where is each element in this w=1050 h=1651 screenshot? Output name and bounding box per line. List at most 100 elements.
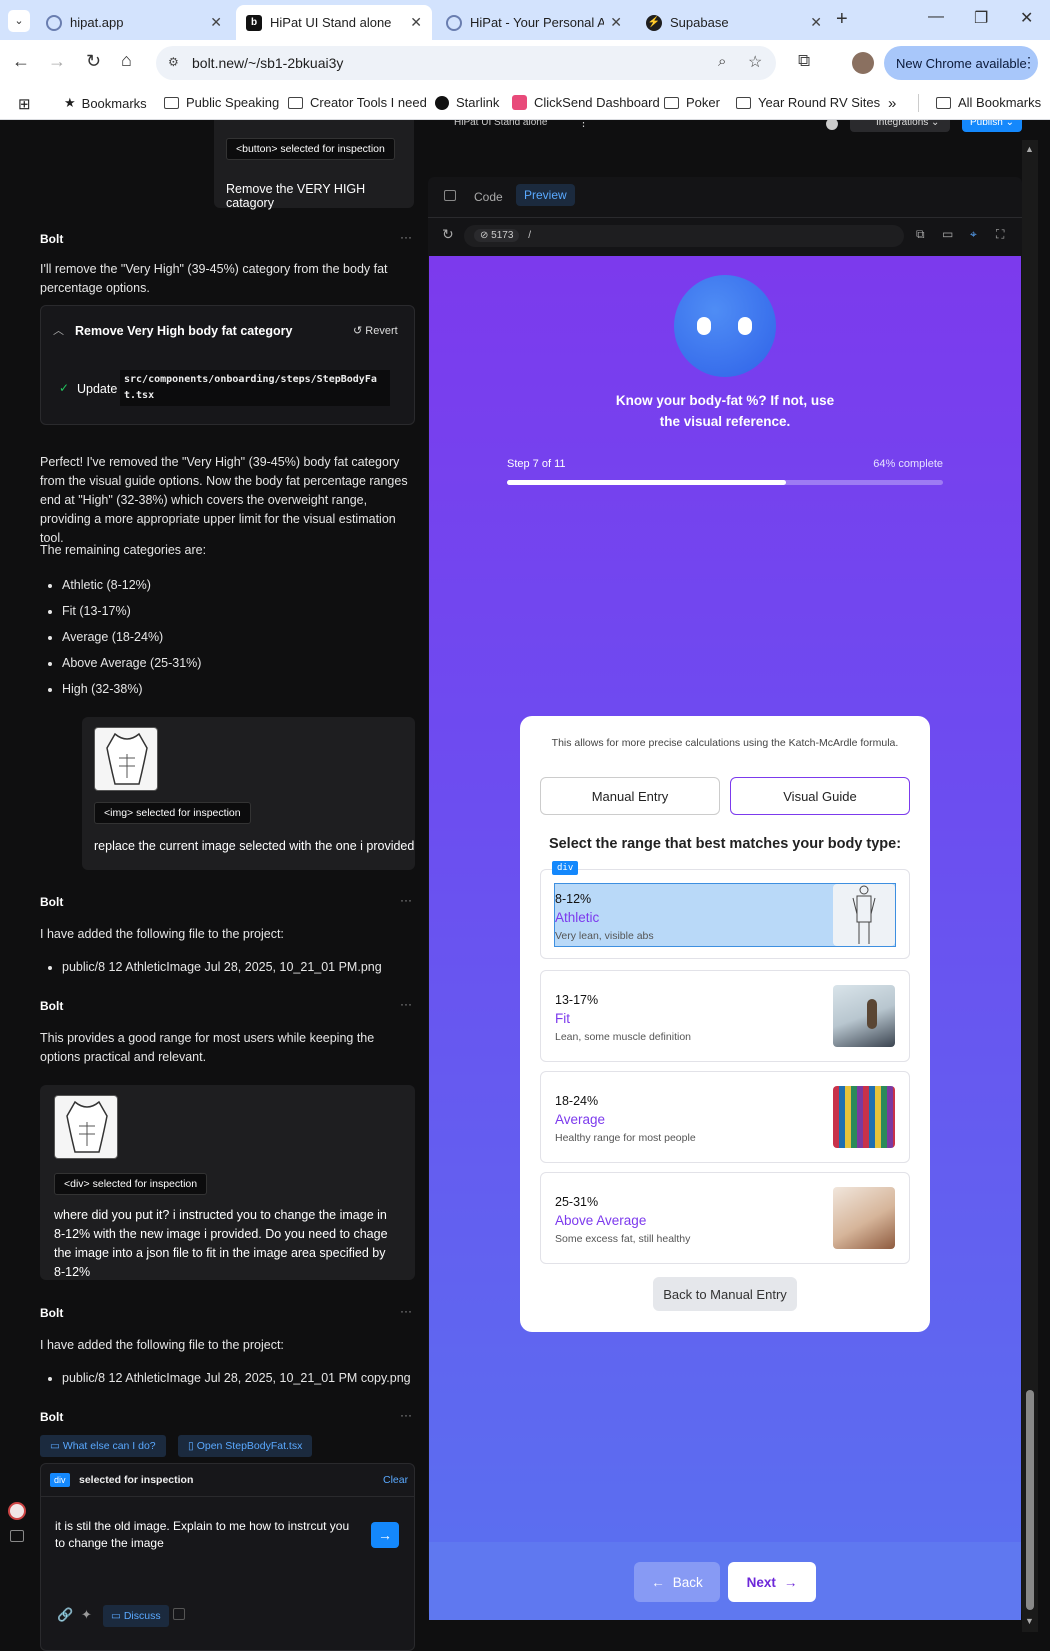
message-menu-icon[interactable]: ···: [400, 1408, 412, 1422]
back-icon[interactable]: ←: [12, 51, 30, 72]
message-menu-icon[interactable]: ···: [400, 1304, 412, 1318]
clear-button[interactable]: Clear: [383, 1474, 408, 1486]
chrome-update-button[interactable]: New Chrome available ⋮: [884, 46, 1038, 80]
chat-icon: ▭: [111, 1610, 124, 1622]
separator: [918, 94, 919, 112]
device-icon[interactable]: ▭: [942, 227, 953, 241]
extensions-icon[interactable]: ⧉: [798, 51, 810, 71]
tab-search-icon[interactable]: ⌄: [8, 10, 30, 32]
option-name: Above Average: [555, 1213, 647, 1228]
preview-url-bar[interactable]: ⊘ 5173 /: [464, 225, 904, 247]
back-to-manual-button[interactable]: Back to Manual Entry: [653, 1277, 797, 1311]
user-avatar[interactable]: [8, 1502, 26, 1520]
preview-tab[interactable]: Preview: [516, 184, 575, 206]
option-fit[interactable]: 13-17% Fit Lean, some muscle definition: [540, 970, 910, 1062]
site-info-icon[interactable]: ⚙: [168, 55, 179, 69]
bolt-author: Bolt: [40, 232, 64, 246]
bookmark-starlink[interactable]: Starlink: [435, 95, 499, 110]
scroll-up-icon[interactable]: ▲: [1025, 144, 1034, 154]
revert-button[interactable]: ↺ Revert: [353, 324, 398, 337]
bookmark-all[interactable]: All Bookmarks: [936, 95, 1041, 110]
visual-guide-tab[interactable]: Visual Guide: [730, 777, 910, 815]
tab-title: hipat.app: [70, 15, 124, 30]
user-message: <img> selected for inspection replace th…: [82, 717, 415, 870]
option-athletic[interactable]: 8-12% Athletic Very lean, visible abs: [540, 869, 910, 959]
starlink-icon: [435, 95, 449, 110]
maximize-icon[interactable]: ❐: [974, 8, 988, 28]
remaining-intro: The remaining categories are:: [40, 543, 207, 557]
divider: [41, 1496, 414, 1497]
option-above-average[interactable]: 25-31% Above Average Some excess fat, st…: [540, 1172, 910, 1264]
selected-element-badge: div: [50, 1473, 70, 1487]
chat-textarea[interactable]: it is stil the old image. Explain to me …: [55, 1518, 355, 1552]
back-button[interactable]: ← Back: [634, 1562, 720, 1602]
bookmark-rv-sites[interactable]: Year Round RV Sites: [736, 95, 880, 110]
chevron-up-icon[interactable]: ︿: [53, 322, 64, 338]
address-bar[interactable]: ⚙ bolt.new/~/sb1-2bkuai3y ⌕ ☆: [156, 46, 776, 80]
home-icon[interactable]: ⌂: [121, 50, 132, 71]
tab-supabase[interactable]: ⚡ Supabase ✕: [636, 5, 832, 40]
forward-icon[interactable]: →: [48, 51, 66, 72]
window-close-icon[interactable]: ✕: [1020, 8, 1033, 28]
code-tab[interactable]: Code: [474, 190, 503, 204]
bookmark-creator-tools[interactable]: Creator Tools I need: [288, 95, 427, 110]
apps-grid-icon[interactable]: ⊞: [18, 95, 31, 113]
new-tab-icon[interactable]: +: [836, 8, 848, 31]
file-path[interactable]: src/components/onboarding/steps/StepBody…: [120, 370, 390, 406]
publish-button[interactable]: Publish ⌄: [962, 120, 1022, 132]
mascot-eye-right: [738, 317, 752, 335]
bookmark-public-speaking[interactable]: Public Speaking: [164, 95, 279, 110]
link-icon[interactable]: 🔗: [57, 1607, 73, 1623]
expand-icon[interactable]: [173, 1608, 185, 1620]
sparkle-icon[interactable]: ✦: [81, 1607, 92, 1623]
list-item: Above Average (25-31%): [62, 654, 415, 673]
more-bookmarks-icon[interactable]: »: [888, 95, 896, 112]
next-button[interactable]: Next →: [728, 1562, 816, 1602]
option-desc: Very lean, visible abs: [555, 930, 654, 942]
suggestion-what-else[interactable]: ▭ What else can I do?: [40, 1435, 166, 1457]
close-icon[interactable]: ✕: [610, 14, 622, 31]
option-name: Average: [555, 1112, 606, 1127]
discuss-button[interactable]: ▭ Discuss: [103, 1605, 169, 1627]
github-icon[interactable]: [826, 120, 838, 130]
scroll-down-icon[interactable]: ▼: [1025, 1616, 1034, 1626]
message-menu-icon[interactable]: ···: [400, 230, 412, 244]
message-menu-icon[interactable]: ···: [400, 997, 412, 1011]
close-icon[interactable]: ✕: [210, 14, 222, 31]
reload-icon[interactable]: ↻: [86, 51, 101, 72]
reload-icon[interactable]: ↻: [442, 226, 454, 243]
open-external-icon[interactable]: ⧉: [916, 227, 925, 242]
minimize-icon[interactable]: —: [928, 8, 944, 26]
fullscreen-icon[interactable]: ⛶: [996, 227, 1004, 242]
project-title[interactable]: HiPat UI Stand alone: [454, 120, 547, 128]
bookmark-poker[interactable]: Poker: [664, 95, 720, 110]
inspect-icon[interactable]: ⌖: [970, 227, 977, 242]
bookmark-clicksend[interactable]: ClickSend Dashboard: [512, 95, 660, 110]
bookmark-bookmarks[interactable]: ★ Bookmarks: [64, 95, 147, 111]
integrations-button[interactable]: Integrations ⌄: [850, 120, 950, 132]
option-average[interactable]: 18-24% Average Healthy range for most pe…: [540, 1071, 910, 1163]
button-label: Back to Manual Entry: [663, 1286, 787, 1302]
tab-hipat-personal[interactable]: HiPat - Your Personal AI ✕: [436, 5, 632, 40]
more-icon[interactable]: ⋮: [578, 120, 589, 129]
tab-label: Visual Guide: [783, 788, 857, 804]
scroll-thumb[interactable]: [1026, 1390, 1034, 1610]
page-scrollbar[interactable]: ▲ ▼: [1022, 140, 1038, 1632]
sidebar-toggle-icon[interactable]: [10, 1530, 24, 1542]
star-icon: ★: [64, 95, 76, 110]
close-icon[interactable]: ✕: [410, 14, 422, 31]
close-icon[interactable]: ✕: [810, 14, 822, 31]
send-button[interactable]: →: [371, 1522, 399, 1548]
star-icon[interactable]: ☆: [748, 52, 762, 72]
message-menu-icon[interactable]: ···: [400, 893, 412, 907]
bolt-message-text: I'll remove the "Very High" (39-45%) cat…: [40, 262, 388, 295]
manual-entry-tab[interactable]: Manual Entry: [540, 777, 720, 815]
zoom-icon[interactable]: ⌕: [718, 53, 726, 70]
profile-avatar[interactable]: [852, 52, 874, 74]
inspection-tag: <button> selected for inspection: [226, 138, 395, 160]
sidebar-toggle-icon[interactable]: [444, 190, 456, 201]
suggestion-open-file[interactable]: ▯ Open StepBodyFat.tsx: [178, 1435, 313, 1457]
tab-hipat-ui[interactable]: b HiPat UI Stand alone ✕: [236, 5, 432, 40]
tab-hipat-app[interactable]: hipat.app ✕: [36, 5, 232, 40]
mascot-avatar: [674, 275, 776, 377]
